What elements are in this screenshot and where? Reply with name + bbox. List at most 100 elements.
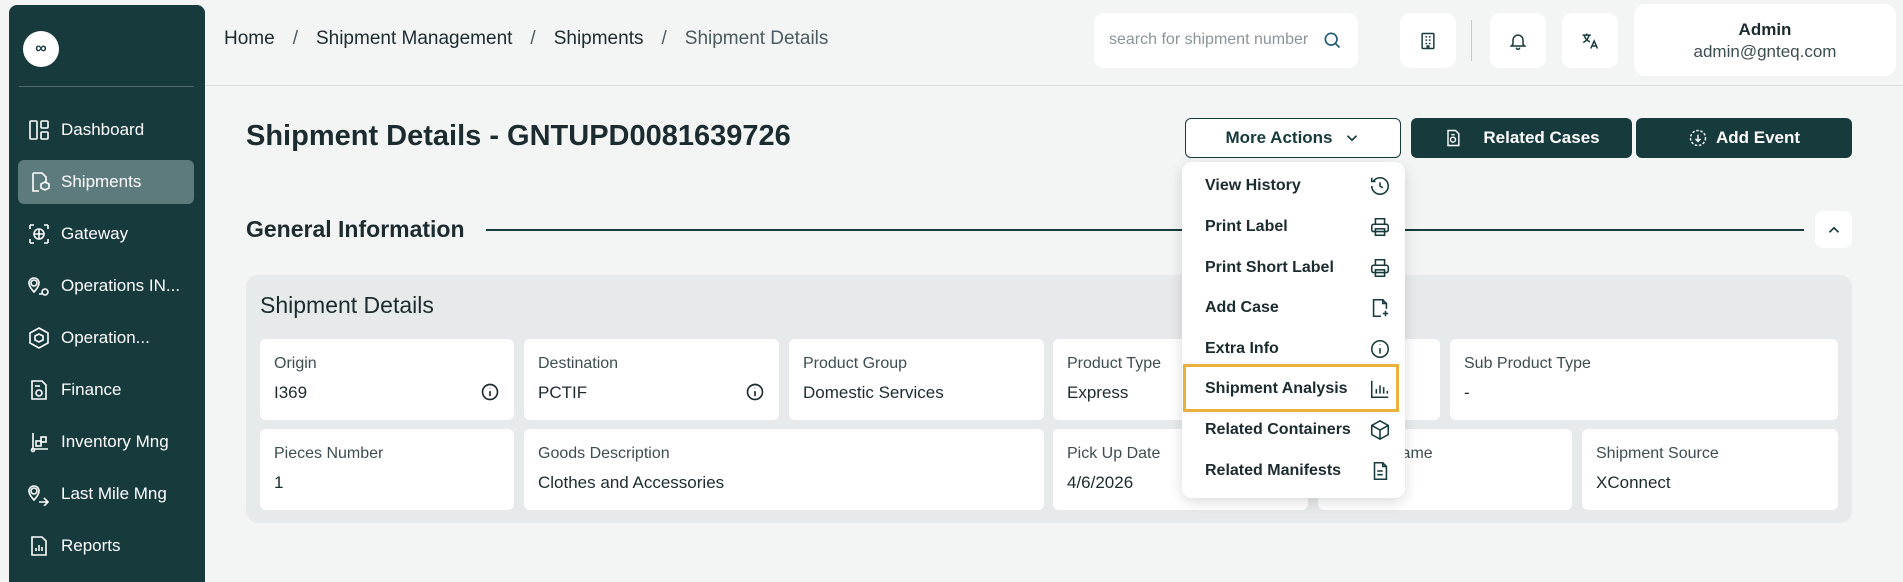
topbar-divider — [1471, 20, 1472, 61]
translate-icon — [1582, 33, 1599, 49]
sidebar-item-last-mile[interactable]: Last Mile Mng — [18, 472, 194, 516]
field-goods-description: Goods Description Clothes and Accessorie… — [524, 429, 1044, 510]
breadcrumb-separator: / — [530, 28, 536, 49]
app-logo[interactable]: ∞ — [23, 31, 59, 67]
user-email: admin@gnteq.com — [1693, 42, 1837, 61]
field-label: Shipment Source — [1596, 445, 1719, 462]
menu-item-label: Shipment Analysis — [1205, 380, 1348, 397]
bar-chart-icon — [1370, 380, 1389, 399]
panel-title: Shipment Details — [260, 292, 434, 318]
field-destination: Destination PCTIF — [524, 339, 779, 420]
menu-item-label: Related Manifests — [1205, 462, 1342, 479]
notifications-button[interactable] — [1490, 13, 1546, 68]
building-button[interactable] — [1400, 13, 1456, 68]
breadcrumb-home[interactable]: Home — [224, 28, 275, 50]
more-actions-button[interactable]: More Actions — [1185, 118, 1401, 158]
sidebar-item-label: Last Mile Mng — [61, 484, 167, 503]
info-icon — [1370, 339, 1390, 359]
box-icon — [1370, 419, 1390, 441]
sidebar-item-label: Shipments — [61, 172, 142, 191]
breadcrumb-shipments[interactable]: Shipments — [554, 28, 644, 50]
sidebar-item-inventory[interactable]: Inventory Mng — [18, 420, 194, 464]
building-icon — [1421, 32, 1435, 49]
menu-item-print-short-label[interactable]: Print Short Label — [1205, 249, 1391, 287]
operations-in-icon — [28, 277, 49, 296]
field-sub-product-type: Sub Product Type - — [1450, 339, 1838, 420]
menu-item-shipment-analysis[interactable]: Shipment Analysis — [1205, 370, 1391, 408]
section-divider — [486, 229, 1804, 231]
more-actions-menu: View History Print Label Print Short Lab… — [1182, 162, 1405, 498]
sidebar-item-label: Reports — [61, 536, 121, 555]
field-label: Destination — [538, 355, 619, 372]
info-icon[interactable] — [745, 382, 765, 402]
section-title: General Information — [246, 216, 465, 242]
menu-item-label: Add Case — [1205, 299, 1279, 316]
chevron-up-icon — [1828, 226, 1839, 233]
menu-item-label: Extra Info — [1205, 340, 1279, 357]
breadcrumb-shipment-management[interactable]: Shipment Management — [316, 28, 512, 50]
field-value: PCTIF — [538, 383, 588, 402]
breadcrumb-separator: / — [661, 28, 667, 49]
menu-item-add-case[interactable]: Add Case — [1205, 289, 1391, 327]
field-label: Sub Product Type — [1464, 355, 1591, 372]
field-value: Express — [1067, 383, 1129, 402]
menu-item-extra-info[interactable]: Extra Info — [1205, 330, 1391, 368]
sidebar-item-label: Finance — [61, 380, 122, 399]
field-label: Product Group — [803, 355, 908, 372]
field-label: Pick Up Date — [1067, 445, 1161, 462]
collapse-button[interactable] — [1815, 211, 1852, 248]
sidebar-item-label: Gateway — [61, 224, 129, 243]
sidebar-item-shipments[interactable]: Shipments — [18, 160, 194, 204]
field-value: I369 — [274, 383, 308, 402]
history-icon — [1370, 176, 1389, 195]
related-cases-label: Related Cases — [1483, 128, 1600, 147]
page-title: Shipment Details - GNTUPD0081639726 — [246, 120, 791, 152]
language-button[interactable] — [1562, 13, 1618, 68]
breadcrumb: Home / Shipment Management / Shipments /… — [224, 28, 828, 50]
more-actions-label: More Actions — [1225, 128, 1333, 147]
sidebar-item-dashboard[interactable]: Dashboard — [18, 108, 194, 152]
menu-item-label: Print Short Label — [1205, 259, 1334, 276]
sidebar-item-label: Inventory Mng — [61, 432, 169, 451]
field-product-group: Product Group Domestic Services — [789, 339, 1044, 420]
bell-icon — [1509, 33, 1527, 50]
field-value: Domestic Services — [803, 383, 944, 402]
info-icon[interactable] — [480, 382, 500, 402]
field-shipment-source: Shipment Source XConnect — [1582, 429, 1838, 510]
sidebar-item-operation[interactable]: Operation... — [18, 316, 194, 360]
user-name: Admin — [1738, 20, 1792, 39]
top-bar: Home / Shipment Management / Shipments /… — [206, 0, 1903, 86]
breadcrumb-current: Shipment Details — [684, 28, 829, 49]
field-label: Origin — [274, 355, 317, 372]
gateway-icon — [29, 224, 49, 244]
field-value: 4/6/2026 — [1067, 473, 1134, 492]
related-cases-icon — [1447, 129, 1460, 147]
dashboard-icon — [29, 120, 49, 140]
sidebar-item-label: Dashboard — [61, 120, 145, 139]
breadcrumb-separator: / — [292, 28, 298, 49]
menu-item-view-history[interactable]: View History — [1205, 167, 1391, 205]
reports-icon — [31, 536, 47, 556]
field-label: Pieces Number — [274, 445, 384, 462]
sidebar-item-label: Operations IN... — [61, 276, 181, 295]
related-cases-button[interactable]: Related Cases — [1411, 118, 1632, 158]
user-menu[interactable]: Admin admin@gnteq.com — [1634, 4, 1896, 76]
sidebar-divider — [19, 86, 194, 87]
sidebar: ∞ Dashboard Shipments Gateway Operations… — [9, 5, 205, 582]
search-placeholder: search for shipment number — [1109, 31, 1309, 48]
menu-item-related-manifests[interactable]: Related Manifests — [1205, 452, 1391, 490]
finance-icon — [31, 380, 47, 400]
search-input[interactable]: search for shipment number — [1094, 13, 1358, 68]
menu-item-related-containers[interactable]: Related Containers — [1205, 411, 1391, 449]
sidebar-item-reports[interactable]: Reports — [18, 524, 194, 568]
last-mile-icon — [28, 485, 50, 506]
search-icon[interactable] — [1322, 30, 1342, 50]
field-label: Goods Description — [538, 445, 670, 462]
sidebar-item-operations-in[interactable]: Operations IN... — [18, 264, 194, 308]
sidebar-item-gateway[interactable]: Gateway — [18, 212, 194, 256]
sidebar-nav: Dashboard Shipments Gateway Operations I… — [18, 108, 194, 576]
add-event-button[interactable]: Add Event — [1636, 118, 1852, 158]
sidebar-item-finance[interactable]: Finance — [18, 368, 194, 412]
menu-item-print-label[interactable]: Print Label — [1205, 208, 1391, 246]
operation-icon — [29, 327, 49, 349]
